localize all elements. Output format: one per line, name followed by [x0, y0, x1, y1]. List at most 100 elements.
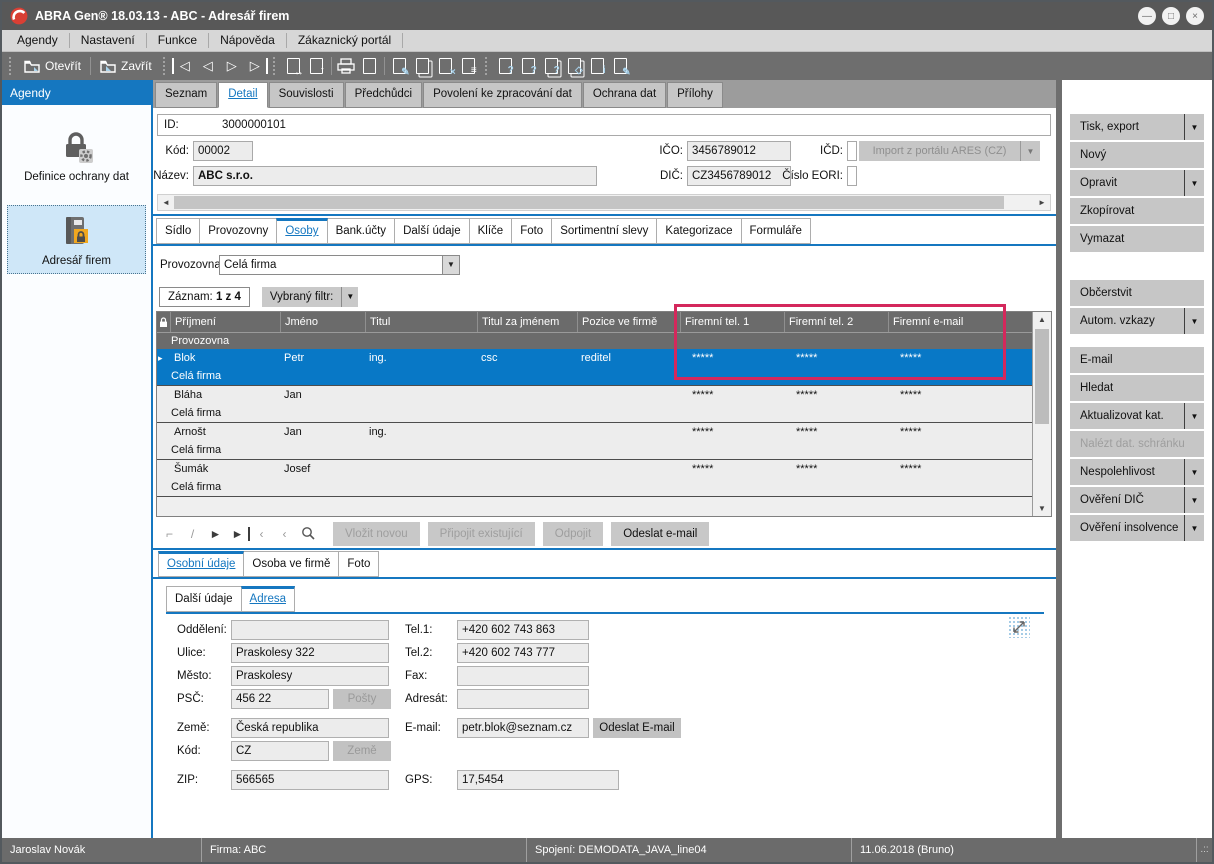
- tab-kategorizace[interactable]: Kategorizace: [656, 218, 741, 244]
- resize-grip[interactable]: .::: [1196, 838, 1212, 862]
- vymazat-button[interactable]: Vymazat: [1070, 226, 1204, 252]
- column-header[interactable]: Příjmení: [170, 312, 280, 332]
- provozovna-select[interactable]: Celá firma ▼: [219, 255, 460, 275]
- menu-zakaznicky-portal[interactable]: Zákaznický portál: [287, 33, 403, 48]
- novy-button[interactable]: Nový: [1070, 142, 1204, 168]
- zkopirovat-button[interactable]: Zkopírovat: [1070, 198, 1204, 224]
- vlozit-novou-button[interactable]: Vložit novou: [333, 522, 420, 546]
- psc-input[interactable]: 456 22: [231, 689, 329, 709]
- next-record-icon[interactable]: ▷: [220, 58, 244, 74]
- scroll-down-icon[interactable]: ▼: [1033, 501, 1051, 516]
- chevron-down-icon[interactable]: ▼: [442, 256, 459, 274]
- nalezt-dat-schranku-button[interactable]: Nalézt dat. schránku: [1070, 431, 1204, 457]
- tab-foto[interactable]: Foto: [511, 218, 552, 244]
- scrollbar-thumb[interactable]: [174, 196, 1004, 209]
- scrollbar-thumb[interactable]: [1035, 329, 1049, 424]
- sidebar-item-adresar-firem[interactable]: Adresář firem: [7, 205, 146, 274]
- column-header[interactable]: Firemní e-mail: [888, 312, 1032, 332]
- scroll-right-icon[interactable]: ►: [1034, 195, 1050, 210]
- info-icon[interactable]: i: [587, 56, 608, 77]
- chevron-down-icon[interactable]: ▼: [1184, 403, 1204, 429]
- column-header[interactable]: Jméno: [280, 312, 365, 332]
- help-copy-icon[interactable]: ?: [541, 56, 562, 77]
- nazev-input[interactable]: ABC s.r.o.: [193, 166, 597, 186]
- chevron-down-icon[interactable]: ▼: [1184, 515, 1204, 541]
- odpojit-button[interactable]: Odpojit: [543, 522, 603, 546]
- maximize-icon[interactable]: □: [1162, 7, 1180, 25]
- tab-osoby[interactable]: Osoby: [276, 218, 327, 244]
- overeni-insolvence-button[interactable]: Ověření insolvence▼: [1070, 515, 1204, 541]
- mesto-input[interactable]: Praskolesy: [231, 666, 389, 686]
- ulice-input[interactable]: Praskolesy 322: [231, 643, 389, 663]
- print-icon[interactable]: [336, 56, 357, 77]
- tisk-export-button[interactable]: Tisk, export▼: [1070, 114, 1204, 140]
- oddeleni-input[interactable]: [231, 620, 389, 640]
- obcerstvit-button[interactable]: Občerstvit: [1070, 280, 1204, 306]
- menu-napoveda[interactable]: Nápověda: [209, 33, 287, 48]
- delete-document-icon[interactable]: ×: [435, 56, 456, 77]
- tab-dalsi-udaje[interactable]: Další údaje: [394, 218, 470, 244]
- prev-page-icon[interactable]: ‹: [273, 527, 296, 541]
- edit-document-icon[interactable]: ✎: [389, 56, 410, 77]
- tab-osoba-ve-firme[interactable]: Osoba ve firmě: [243, 551, 339, 577]
- sidebar-item-definice-ochrany-dat[interactable]: Definice ochrany dat: [7, 120, 146, 190]
- scroll-up-icon[interactable]: ▲: [1033, 312, 1051, 327]
- related-docs-icon[interactable]: ◇: [564, 56, 585, 77]
- tab-detail[interactable]: Detail: [218, 82, 267, 108]
- first-modified-icon[interactable]: ⌐: [158, 527, 181, 541]
- kod-zeme-input[interactable]: CZ: [231, 741, 329, 761]
- lock-icon[interactable]: [157, 312, 170, 332]
- tab-prilohy[interactable]: Přílohy: [667, 82, 723, 108]
- minimize-icon[interactable]: —: [1138, 7, 1156, 25]
- prev-modified-icon[interactable]: /: [181, 527, 204, 541]
- chevron-down-icon[interactable]: ▼: [1020, 141, 1040, 161]
- next-record-icon[interactable]: ►: [204, 527, 227, 541]
- chevron-down-icon[interactable]: ▼: [341, 287, 358, 307]
- help-bubble-icon[interactable]: ?: [518, 56, 539, 77]
- tab-sortimentni-slevy[interactable]: Sortimentní slevy: [551, 218, 657, 244]
- hledat-button[interactable]: Hledat: [1070, 375, 1204, 401]
- zeme-button[interactable]: Země: [333, 741, 391, 761]
- selected-filter-button[interactable]: Vybraný filtr: ▼: [262, 287, 358, 307]
- tab-klice[interactable]: Klíče: [469, 218, 513, 244]
- chevron-down-icon[interactable]: ▼: [1184, 170, 1204, 196]
- email-input[interactable]: petr.blok@seznam.cz: [457, 718, 589, 738]
- tab-sidlo[interactable]: Sídlo: [156, 218, 200, 244]
- kod-input[interactable]: 00002: [193, 141, 253, 161]
- opravit-button[interactable]: Opravit▼: [1070, 170, 1204, 196]
- help-document-icon[interactable]: ?: [495, 56, 516, 77]
- gps-input[interactable]: 17,5454: [457, 770, 619, 790]
- tab-ochrana-dat[interactable]: Ochrana dat: [583, 82, 666, 108]
- open-button[interactable]: Otevřít: [18, 54, 87, 78]
- posty-button[interactable]: Pošty: [333, 689, 391, 709]
- tab-foto-person[interactable]: Foto: [338, 551, 379, 577]
- tab-adresa[interactable]: Adresa: [241, 586, 295, 612]
- eori-input[interactable]: [847, 166, 857, 186]
- autom-vzkazy-button[interactable]: Autom. vzkazy▼: [1070, 308, 1204, 334]
- tab-provozovny[interactable]: Provozovny: [199, 218, 277, 244]
- pripojit-existujici-button[interactable]: Připojit existující: [428, 522, 535, 546]
- close-icon[interactable]: ×: [1186, 7, 1204, 25]
- column-header[interactable]: Titul: [365, 312, 477, 332]
- copy-document-icon[interactable]: [412, 56, 433, 77]
- notes-edit-icon[interactable]: ✎: [610, 56, 631, 77]
- odeslat-email-button[interactable]: Odeslat e-mail: [611, 522, 709, 546]
- vertical-scrollbar[interactable]: ▲ ▼: [1032, 312, 1051, 516]
- adresat-input[interactable]: [457, 689, 589, 709]
- column-header[interactable]: Titul za jménem: [477, 312, 577, 332]
- tab-predchudci[interactable]: Předchůdci: [345, 82, 423, 108]
- email-button[interactable]: E-mail: [1070, 347, 1204, 373]
- column-header[interactable]: Firemní tel. 1: [680, 312, 784, 332]
- previous-record-icon[interactable]: ◁: [196, 58, 220, 74]
- ares-import-button[interactable]: Import z portálu ARES (CZ) ▼: [859, 141, 1040, 161]
- tab-povoleni[interactable]: Povolení ke zpracování dat: [423, 82, 582, 108]
- tab-souvislosti[interactable]: Souvislosti: [269, 82, 344, 108]
- scroll-left-icon[interactable]: ◄: [158, 195, 174, 210]
- tab-seznam[interactable]: Seznam: [155, 82, 217, 108]
- tab-formulare[interactable]: Formuláře: [741, 218, 811, 244]
- tab-osobni-udaje[interactable]: Osobní údaje: [158, 551, 244, 577]
- new-document-icon[interactable]: [359, 56, 380, 77]
- refresh-window-icon[interactable]: ↑: [306, 56, 327, 77]
- table-row[interactable]: Bláha Jan ***** ***** ***** Celá firma: [157, 386, 1032, 423]
- prev-page-icon[interactable]: ‹: [250, 527, 273, 541]
